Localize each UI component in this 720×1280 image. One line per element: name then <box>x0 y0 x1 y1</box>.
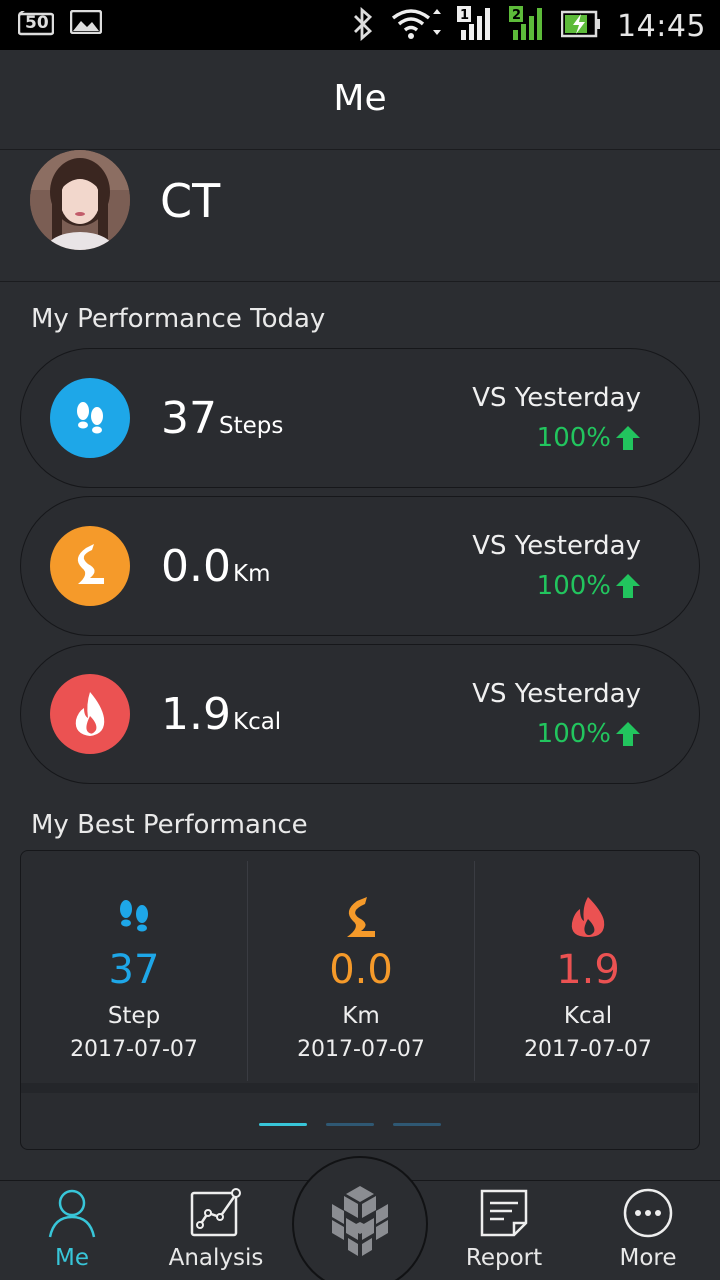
value-number: 37 <box>161 393 217 444</box>
value-unit: Kcal <box>232 709 282 735</box>
today-distance-value: 0.0Km <box>161 541 270 592</box>
section-title-today: My Performance Today <box>31 304 326 334</box>
today-steps-value: 37Steps <box>161 393 283 444</box>
card-footer <box>21 1083 698 1093</box>
svg-text:2: 2 <box>512 8 521 23</box>
best-distance-value: 0.0 <box>329 947 393 993</box>
flame-icon <box>571 897 605 937</box>
road-icon <box>347 897 375 937</box>
title-bar: Me <box>0 50 720 150</box>
value-unit: Km <box>232 561 271 587</box>
today-calories-value: 1.9Kcal <box>161 689 281 740</box>
flame-icon <box>50 674 130 754</box>
today-card-calories[interactable]: 1.9Kcal VS Yesterday 100% <box>20 644 700 784</box>
nav-more[interactable]: More <box>576 1181 720 1280</box>
battery-charging-icon <box>560 10 601 42</box>
change-percent: 100% <box>536 423 611 453</box>
section-title-best: My Best Performance <box>31 810 308 840</box>
arrow-up-icon <box>616 426 640 450</box>
nav-report-label: Report <box>465 1245 543 1271</box>
change-indicator: 100% <box>537 571 641 601</box>
best-calories: 1.9 Kcal 2017-07-07 <box>475 851 701 1081</box>
page-title: Me <box>333 78 387 119</box>
center-home-button[interactable] <box>292 1156 428 1280</box>
footprints-icon <box>50 378 130 458</box>
best-distance-unit: Km <box>342 1003 380 1029</box>
vs-yesterday-label: VS Yesterday <box>472 679 641 709</box>
nav-analysis-label: Analysis <box>168 1245 264 1271</box>
signal-sim2-icon: 2 <box>509 6 545 46</box>
report-icon <box>480 1189 528 1237</box>
vs-yesterday-label: VS Yesterday <box>472 531 641 561</box>
value-unit: Steps <box>219 413 284 439</box>
best-steps-value: 37 <box>108 947 160 993</box>
page-dot-1[interactable] <box>259 1123 307 1126</box>
person-icon <box>48 1189 96 1238</box>
nav-me-label: Me <box>55 1245 89 1271</box>
more-icon <box>623 1188 673 1238</box>
cubes-logo-icon <box>332 1186 388 1256</box>
status-time: 14:45 <box>617 8 706 44</box>
road-icon <box>50 526 130 606</box>
nav-report[interactable]: Report <box>432 1181 576 1280</box>
best-performance-card[interactable]: 37 Step 2017-07-07 0.0 Km 2017-07-07 1.9… <box>20 850 700 1150</box>
nav-me[interactable]: Me <box>0 1181 144 1280</box>
best-steps-date: 2017-07-07 <box>70 1037 198 1062</box>
best-steps: 37 Step 2017-07-07 <box>21 851 247 1081</box>
best-steps-unit: Step <box>107 1003 161 1029</box>
change-percent: 100% <box>536 719 611 749</box>
change-percent: 100% <box>536 571 611 601</box>
value-number: 1.9 <box>161 689 231 740</box>
notification-badge: 50 <box>25 13 49 33</box>
avatar[interactable] <box>30 150 130 250</box>
profile-name: CT <box>160 174 221 228</box>
arrow-up-icon <box>616 574 640 598</box>
chart-icon <box>190 1188 241 1237</box>
page-dot-2[interactable] <box>326 1123 374 1126</box>
today-card-distance[interactable]: 0.0Km VS Yesterday 100% <box>20 496 700 636</box>
svg-text:1: 1 <box>460 8 469 23</box>
vs-yesterday-label: VS Yesterday <box>472 383 641 413</box>
footprints-icon <box>120 900 148 932</box>
status-bar: 50 1 2 14:45 <box>0 0 720 50</box>
best-calories-unit: Kcal <box>563 1003 613 1029</box>
page-dot-3[interactable] <box>393 1123 441 1126</box>
image-icon <box>69 9 103 38</box>
best-calories-value: 1.9 <box>556 947 620 993</box>
bluetooth-icon <box>351 6 375 45</box>
best-distance-date: 2017-07-07 <box>297 1037 425 1062</box>
best-calories-date: 2017-07-07 <box>524 1037 652 1062</box>
value-number: 0.0 <box>161 541 231 592</box>
nav-more-label: More <box>619 1245 677 1271</box>
nav-analysis[interactable]: Analysis <box>144 1181 288 1280</box>
wifi-icon <box>391 8 442 44</box>
profile-header[interactable]: CT <box>0 150 720 282</box>
today-card-steps[interactable]: 37Steps VS Yesterday 100% <box>20 348 700 488</box>
signal-sim1-icon: 1 <box>457 6 493 46</box>
change-indicator: 100% <box>537 719 641 749</box>
arrow-up-icon <box>616 722 640 746</box>
best-distance: 0.0 Km 2017-07-07 <box>248 851 474 1081</box>
change-indicator: 100% <box>537 423 641 453</box>
notification-50-icon: 50 <box>17 8 55 37</box>
